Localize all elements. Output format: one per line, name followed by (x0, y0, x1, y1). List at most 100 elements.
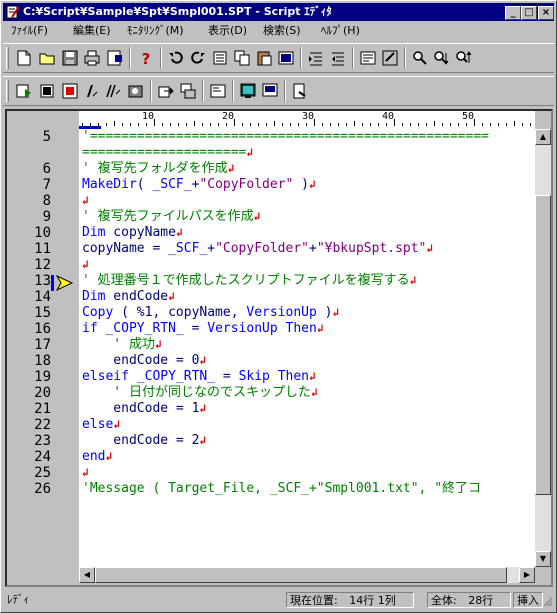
vertical-scrollbar[interactable]: ▲ ▼ (535, 129, 551, 567)
line-number[interactable]: 14 (17, 289, 51, 305)
watch-icon[interactable] (127, 82, 145, 100)
code-line[interactable]: if _COPY_RTN_ = VersionUp Then↲ (82, 321, 323, 337)
menu-monitoring[interactable]: ﾓﾆﾀﾘﾝｸﾞ(M) (127, 24, 184, 38)
properties-icon[interactable] (359, 49, 377, 67)
toolbar-grip[interactable] (6, 47, 9, 69)
line-number[interactable]: 15 (17, 305, 51, 321)
close-button[interactable]: × (538, 6, 554, 20)
code-line[interactable]: endCode = 1↲ (82, 401, 206, 417)
code-line[interactable]: copyName = _SCF_+"CopyFolder"+"¥bkupSpt.… (82, 241, 433, 257)
line-number[interactable]: 26 (17, 481, 51, 497)
code-line[interactable]: ↲ (82, 193, 89, 209)
find-previous-icon[interactable] (455, 49, 473, 67)
log-icon[interactable] (291, 82, 309, 100)
line-number[interactable]: 11 (17, 241, 51, 257)
code-text-area[interactable]: '=======================================… (79, 129, 535, 567)
line-number[interactable]: 18 (17, 353, 51, 369)
code-line[interactable]: Copy ( %1, copyName, VersionUp )↲ (82, 305, 339, 321)
output-window-icon[interactable] (209, 82, 227, 100)
code-line[interactable]: ' 成功↲ (82, 337, 161, 353)
line-number[interactable]: 6 (17, 161, 51, 177)
resize-grip-icon[interactable] (543, 596, 553, 608)
help-icon[interactable]: ? (137, 49, 155, 67)
print-preview-icon[interactable] (106, 49, 124, 67)
line-number[interactable]: 20 (17, 385, 51, 401)
code-line[interactable]: ' 処理番号１で作成したスクリプトファイルを複写する↲ (82, 273, 416, 289)
step-icon[interactable] (83, 82, 101, 100)
code-line[interactable]: end↲ (82, 449, 112, 465)
code-line[interactable]: Dim endCode↲ (82, 289, 175, 305)
scroll-left-arrow-icon[interactable]: ◀ (79, 567, 95, 583)
paste-icon[interactable] (255, 49, 273, 67)
line-number[interactable]: 16 (17, 321, 51, 337)
menu-help[interactable]: ﾍﾙﾌﾟ(H) (321, 24, 360, 38)
code-line[interactable]: else↲ (82, 417, 120, 433)
line-number[interactable]: 25 (17, 465, 51, 481)
breakpoint-icon[interactable] (61, 82, 79, 100)
screen-icon[interactable] (261, 82, 279, 100)
menu-view[interactable]: 表示(D) (208, 24, 247, 38)
menu-edit[interactable]: 編集(E) (73, 24, 111, 38)
line-number[interactable]: 13 (17, 273, 51, 289)
vertical-scroll-thumb[interactable] (535, 195, 551, 495)
code-line[interactable]: ↲ (82, 257, 89, 273)
line-number[interactable]: 7 (17, 177, 51, 193)
line-number[interactable]: 21 (17, 401, 51, 417)
line-number[interactable]: 17 (17, 337, 51, 353)
line-number[interactable]: 24 (17, 449, 51, 465)
line-number-gutter[interactable]: 5 6 7 8 9 10 11 12 13 14 15 16 17 18 19 20 21 22 23 24 25 26 (7, 129, 77, 567)
code-line[interactable]: elseif _COPY_RTN_ = Skip Then↲ (82, 369, 316, 385)
code-line[interactable]: =====================↲ (82, 145, 253, 161)
menu-search[interactable]: 検索(S) (263, 24, 301, 38)
step-over-icon[interactable] (105, 82, 123, 100)
code-line[interactable]: MakeDir( _SCF_+"CopyFolder" )↲ (82, 177, 316, 193)
code-line[interactable]: endCode = 0↲ (82, 353, 206, 369)
horizontal-scrollbar[interactable]: ◀ ▶ (79, 567, 535, 583)
line-number[interactable]: 8 (17, 193, 51, 209)
scroll-down-arrow-icon[interactable]: ▼ (535, 551, 551, 567)
code-line[interactable]: endCode = 2↲ (82, 433, 206, 449)
stop-icon[interactable] (38, 82, 56, 100)
horizontal-scroll-thumb[interactable] (95, 567, 507, 583)
cut-icon[interactable] (211, 49, 229, 67)
monitor-icon[interactable] (239, 82, 257, 100)
new-file-icon[interactable] (15, 49, 33, 67)
redo-icon[interactable] (189, 49, 207, 67)
open-file-icon[interactable] (38, 49, 56, 67)
undo-icon[interactable] (167, 49, 185, 67)
line-number[interactable]: 19 (17, 369, 51, 385)
line-number[interactable]: 22 (17, 417, 51, 433)
line-number[interactable]: 10 (17, 225, 51, 241)
select-all-icon[interactable] (277, 49, 295, 67)
line-number[interactable]: 9 (17, 209, 51, 225)
call-stack-icon[interactable] (179, 82, 197, 100)
code-line[interactable]: 'Message ( Target_File, _SCF_+"Smpl001.t… (82, 481, 481, 497)
indent-icon[interactable] (307, 49, 325, 67)
settings-icon[interactable] (381, 49, 399, 67)
outdent-icon[interactable] (329, 49, 347, 67)
find-next-icon[interactable] (433, 49, 451, 67)
run-script-icon[interactable] (15, 82, 33, 100)
minimize-button[interactable]: _ (505, 6, 521, 20)
code-line[interactable]: ↲ (82, 465, 89, 481)
copy-icon[interactable] (233, 49, 251, 67)
title-bar[interactable]: C:¥Script¥Sample¥Spt¥Smpl001.SPT - Scrip… (3, 3, 554, 21)
line-number[interactable]: 5 (17, 129, 51, 145)
scroll-right-arrow-icon[interactable]: ▶ (519, 567, 535, 583)
line-number[interactable]: 23 (17, 433, 51, 449)
find-icon[interactable] (411, 49, 429, 67)
code-line[interactable]: '=======================================… (82, 129, 489, 145)
code-line[interactable]: ' 複写先フォルダを作成↲ (82, 161, 234, 177)
code-line[interactable]: ' 日付が同じなのでスキップした↲ (82, 385, 317, 401)
toolbar-grip[interactable] (6, 80, 9, 102)
menu-file[interactable]: ﾌｧｲﾙ(F) (11, 24, 48, 38)
variables-icon[interactable] (157, 82, 175, 100)
code-line[interactable]: Dim copyName↲ (82, 225, 183, 241)
code-editor[interactable]: 10 20 30 40 50 5 6 7 8 9 10 11 12 13 14 15 16 17 18 19 20 21… (5, 109, 553, 587)
code-line[interactable]: ' 複写先ファイルパスを作成↲ (82, 209, 260, 225)
scroll-up-arrow-icon[interactable]: ▲ (535, 129, 551, 145)
print-icon[interactable] (83, 49, 101, 67)
save-icon[interactable] (61, 49, 79, 67)
line-number[interactable]: 12 (17, 257, 51, 273)
maximize-button[interactable]: □ (521, 6, 537, 20)
